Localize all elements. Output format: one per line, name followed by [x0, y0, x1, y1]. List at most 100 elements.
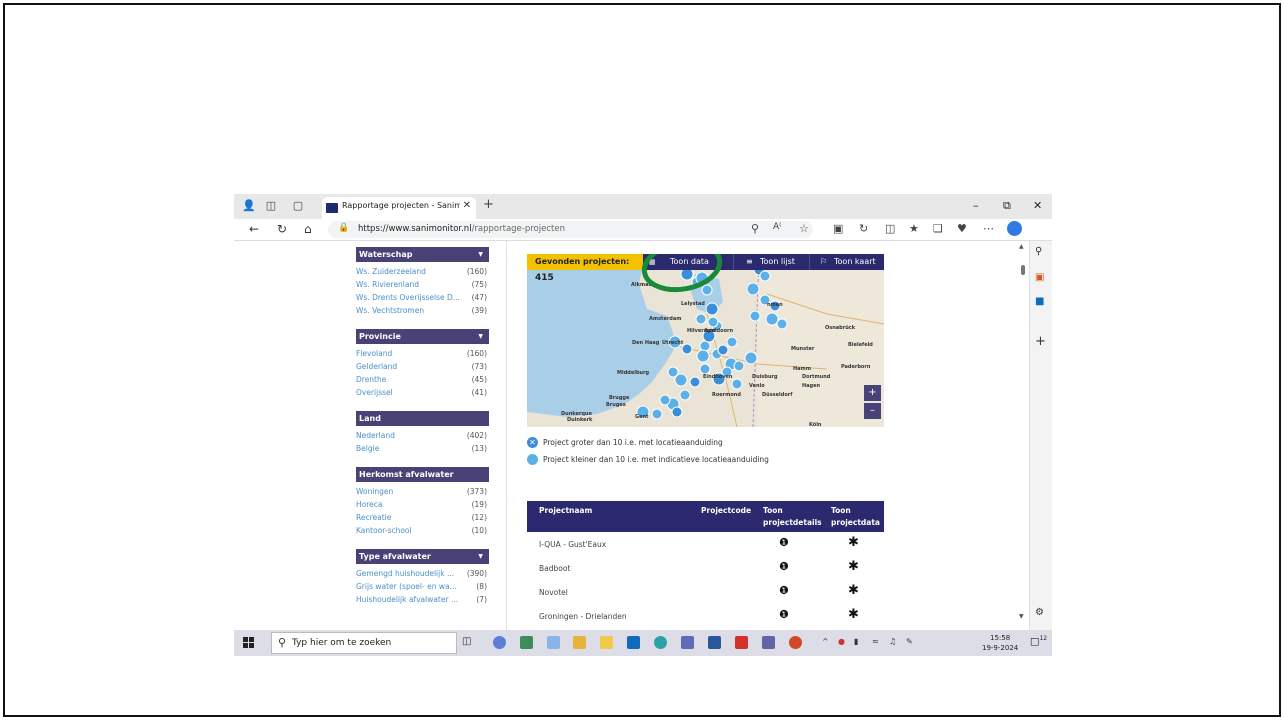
powerpoint-icon[interactable] — [789, 636, 802, 649]
projects-table: Projectnaam Projectcode Toon projectdeta… — [527, 501, 884, 628]
filter-item[interactable]: Gelderland (73) — [356, 360, 489, 373]
app-green-icon[interactable] — [520, 636, 533, 649]
filter-item[interactable]: Kantoor-school (10) — [356, 524, 489, 537]
copilot-icon[interactable] — [1007, 221, 1022, 236]
filter-item[interactable]: Belgie (13) — [356, 442, 489, 455]
asterisk-icon[interactable]: ✱ — [848, 535, 859, 550]
url-text[interactable]: https://www.sanimonitor.nl/rapportage-pr… — [358, 224, 565, 234]
favorite-star-icon[interactable]: ☆ — [799, 222, 809, 235]
scrollbar-thumb[interactable] — [1021, 265, 1025, 275]
zoom-in-button[interactable]: + — [864, 385, 881, 401]
more-icon[interactable]: ⋯ — [983, 222, 994, 235]
filter-item[interactable]: Grijs water (spoel- en wa... (8) — [356, 580, 489, 593]
filter-item[interactable]: Gemengd huishoudelijk ... (390) — [356, 567, 489, 580]
battery-icon[interactable]: ▮ — [854, 637, 858, 646]
filter-item[interactable]: Recreatie (12) — [356, 511, 489, 524]
filter-item[interactable]: Overijssel (41) — [356, 386, 489, 399]
toon-kaart-button[interactable]: ⚐ Toon kaart — [809, 254, 884, 270]
favorites-icon[interactable]: ★ — [909, 222, 919, 235]
new-tab-icon[interactable]: + — [483, 197, 494, 212]
taskbar-search[interactable]: ⚲ Typ hier om te zoeken — [271, 632, 457, 654]
windows-start-icon[interactable] — [243, 637, 254, 648]
scroll-up-icon[interactable]: ▲ — [1019, 243, 1024, 250]
filter-item[interactable]: Ws. Rivierenland (75) — [356, 278, 489, 291]
asterisk-icon[interactable]: ✱ — [848, 583, 859, 598]
word-icon[interactable] — [708, 636, 721, 649]
sidebar-outlook-icon[interactable]: ■ — [1035, 296, 1044, 307]
read-aloud-icon[interactable]: A⁽ — [773, 222, 781, 232]
app-blue-icon[interactable] — [681, 636, 694, 649]
extension-sanimonitor-icon[interactable]: ▣ — [833, 222, 843, 235]
chevron-down-icon[interactable]: ▼ — [478, 247, 483, 262]
tab-actions-icon[interactable]: ▢ — [291, 199, 305, 213]
task-view-icon[interactable]: ◫ — [462, 636, 475, 649]
info-icon[interactable]: ❶ — [779, 536, 789, 549]
info-icon[interactable]: ❶ — [779, 608, 789, 621]
filter-item[interactable]: Woningen (373) — [356, 485, 489, 498]
zoom-out-button[interactable]: – — [864, 403, 881, 419]
address-bar[interactable]: 🔒 https://www.sanimonitor.nl/rapportage-… — [328, 221, 813, 238]
project-name: Badboot — [539, 564, 571, 573]
filter-item[interactable]: Flevoland (160) — [356, 347, 489, 360]
toon-lijst-button[interactable]: ≡ Toon lijst — [733, 254, 809, 270]
outlook-icon[interactable] — [627, 636, 640, 649]
notification-icon[interactable]: □12 — [1030, 635, 1047, 647]
sidebar-add-icon[interactable]: + — [1035, 334, 1046, 349]
filter-header[interactable]: Waterschap ▼ — [356, 247, 489, 262]
wifi-icon[interactable]: ≈ — [872, 637, 879, 646]
tray-chevron-icon[interactable]: ^ — [822, 637, 829, 646]
home-icon[interactable]: ⌂ — [304, 222, 312, 236]
file-explorer-icon[interactable] — [600, 636, 613, 649]
close-window-icon[interactable]: ✕ — [1033, 199, 1042, 212]
refresh-icon[interactable]: ↻ — [277, 222, 287, 236]
filter-item[interactable]: Horeca (19) — [356, 498, 489, 511]
profile-icon[interactable]: 👤 — [242, 199, 256, 213]
scroll-down-icon[interactable]: ▼ — [1019, 613, 1024, 620]
filter-header[interactable]: Land — [356, 411, 489, 426]
collections-icon[interactable]: ❏ — [933, 222, 943, 235]
filter-item[interactable]: Nederland (402) — [356, 429, 489, 442]
filter-item[interactable]: Huishoudelijk afvalwater ... (7) — [356, 593, 489, 606]
filter-item[interactable]: Ws. Vechtstromen (39) — [356, 304, 489, 317]
toon-data-button[interactable]: ▦ Toon data — [643, 254, 733, 270]
zoom-icon[interactable]: ⚲ — [751, 222, 759, 235]
app-doc-icon[interactable] — [547, 636, 560, 649]
teams-icon[interactable] — [762, 636, 775, 649]
info-icon[interactable]: ❶ — [779, 560, 789, 573]
restore-icon[interactable]: ⧉ — [1003, 199, 1011, 213]
asterisk-icon[interactable]: ✱ — [848, 559, 859, 574]
page-scrollbar[interactable]: ▲ ▼ — [1018, 241, 1029, 630]
r-app-icon[interactable] — [493, 636, 506, 649]
project-marker — [733, 360, 745, 372]
sidebar-search-icon[interactable]: ⚲ — [1035, 246, 1042, 257]
chevron-down-icon[interactable]: ▼ — [478, 549, 483, 564]
taskbar-clock[interactable]: 15:58 19-9-2024 — [982, 633, 1018, 653]
power-bi-icon[interactable] — [573, 636, 586, 649]
filter-item[interactable]: Ws. Zuiderzeeland (160) — [356, 265, 489, 278]
acrobat-icon[interactable] — [735, 636, 748, 649]
volume-icon[interactable]: ♫ — [889, 637, 896, 646]
minimize-icon[interactable]: – — [973, 199, 979, 212]
extension-refresh-icon[interactable]: ↻ — [859, 222, 868, 235]
filter-header[interactable]: Herkomst afvalwater — [356, 467, 489, 482]
chevron-down-icon[interactable]: ▼ — [478, 329, 483, 344]
browser-essentials-icon[interactable]: ♥ — [957, 222, 967, 235]
filter-header[interactable]: Provincie ▼ — [356, 329, 489, 344]
sidebar-settings-icon[interactable]: ⚙ — [1035, 607, 1044, 618]
close-tab-icon[interactable]: ✕ — [463, 200, 471, 211]
filter-item-name: Woningen — [356, 487, 394, 496]
workspaces-icon[interactable]: ◫ — [264, 199, 278, 213]
filter-item[interactable]: Drenthe (45) — [356, 373, 489, 386]
edge-taskbar-icon[interactable] — [654, 636, 667, 649]
back-icon[interactable]: ← — [249, 222, 259, 236]
split-screen-icon[interactable]: ◫ — [885, 222, 895, 235]
filter-header[interactable]: Type afvalwater ▼ — [356, 549, 489, 564]
project-map[interactable]: Alkmaar Lelystad Amsterdam Hilversum Apeldoo… — [527, 254, 884, 427]
pen-icon[interactable]: ✎ — [906, 637, 913, 646]
tab-rapportage[interactable]: Rapportage projecten - Sanimonitor ✕ — [322, 197, 476, 219]
tray-app-icon[interactable]: ● — [838, 637, 845, 646]
filter-item[interactable]: Ws. Drents Overijsselse D... (47) — [356, 291, 489, 304]
asterisk-icon[interactable]: ✱ — [848, 607, 859, 622]
sidebar-shopping-icon[interactable]: ▣ — [1035, 272, 1044, 283]
info-icon[interactable]: ❶ — [779, 584, 789, 597]
